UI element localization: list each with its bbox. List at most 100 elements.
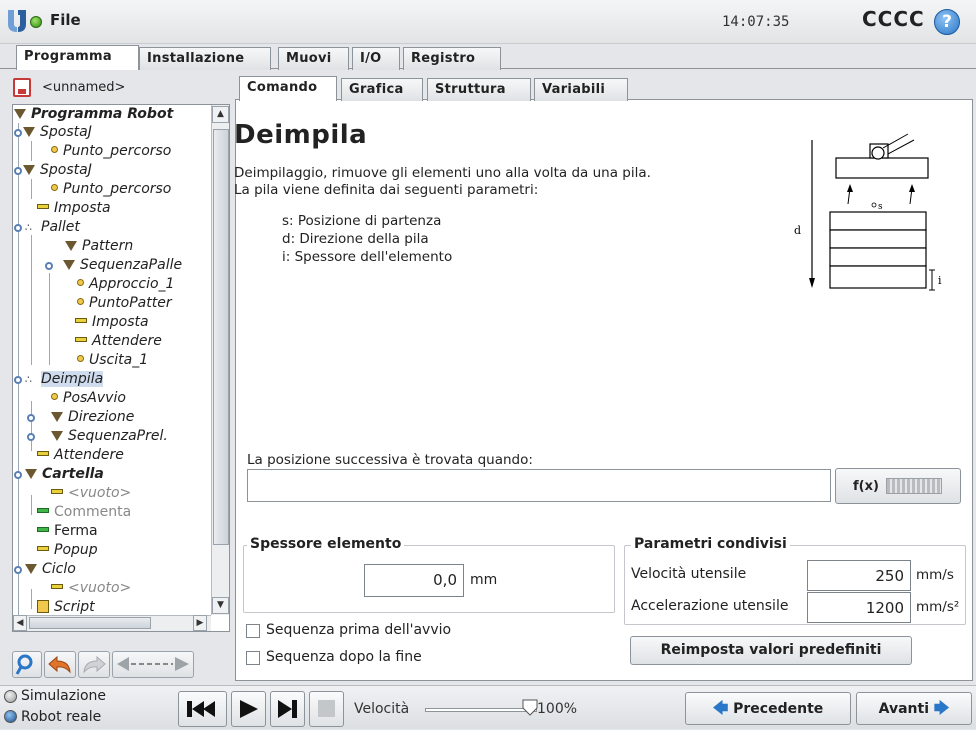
tree-node-approccio-1[interactable]: Approccio_1 [77,275,174,294]
search-button[interactable] [12,651,42,678]
tree-node-pattern[interactable]: Pattern [65,237,133,256]
tool-speed-unit: mm/s [916,567,954,583]
scroll-right-icon[interactable]: ▶ [193,615,207,631]
redo-icon [83,655,106,674]
diagram-label-d: d [794,224,801,237]
tool-accel-input[interactable]: 1200 [807,592,911,623]
tab-comando[interactable]: Comando [239,76,337,101]
robot-name: CCCC [862,7,925,31]
file-menu[interactable]: File [50,11,81,29]
tool-speed-label: Velocità utensile [631,566,747,582]
ur-logo-icon [8,10,26,32]
program-file-name: <unnamed> [42,80,126,95]
tree-node-popup[interactable]: Popup [37,541,98,560]
description-line-1: Deimpilaggio, rimuove gli elementi uno a… [234,165,651,181]
tree-node-deimpila[interactable]: ∴ Deimpila [25,370,104,389]
move-node-button[interactable] [112,651,194,678]
tree-node-sequenzaprel[interactable]: SequenzaPrel. [51,427,168,446]
tab-programma[interactable]: Programma [16,45,139,70]
tab-registro[interactable]: Registro [403,47,501,70]
shared-params-title: Parametri condivisi [631,536,790,552]
tab-io[interactable]: I/O [352,47,400,70]
reset-defaults-button[interactable]: Reimposta valori predefiniti [630,636,912,665]
tab-muovi[interactable]: Muovi [278,47,349,70]
clock: 14:07:35 [722,14,790,30]
tool-accel-label: Accelerazione utensile [631,598,789,614]
tree-node-programma-robot[interactable]: Programma Robot [14,105,173,124]
tree-node-punto-percorso-2[interactable]: Punto_percorso [51,180,171,199]
tool-accel-unit: mm/s² [916,599,960,615]
scroll-down-icon[interactable]: ▼ [212,597,229,614]
robot-status-icon [30,16,42,28]
seq-after-end-label: Sequenza dopo la fine [266,649,422,665]
scroll-up-icon[interactable]: ▲ [212,106,229,123]
speed-value: 100% [537,701,578,717]
top-bar [0,0,976,44]
step-button[interactable] [270,691,305,727]
arrow-right-icon: 🡆 [933,699,950,717]
step-forward-icon [278,700,297,718]
real-robot-radio[interactable] [4,710,17,723]
tree-node-vuoto-1[interactable]: <vuoto> [51,484,131,503]
tree-node-vuoto-2[interactable]: <vuoto> [51,579,131,598]
tree-node-sequenzapalle[interactable]: SequenzaPalle [63,256,182,275]
next-label: Avanti [878,701,929,717]
tree-node-imposta-1[interactable]: Imposta [37,199,111,218]
param-i-text: i: Spessore dell'elemento [282,249,453,265]
scroll-left-icon[interactable]: ◀ [13,615,27,631]
tab-struttura[interactable]: Struttura [427,78,531,101]
previous-button[interactable]: 🡄 Precedente [685,692,851,725]
tree-node-pallet[interactable]: ∴ Pallet [25,218,80,237]
tree-vertical-scroll-thumb[interactable] [213,129,229,545]
diagram-label-i: i [938,274,942,287]
page-title: Deimpila [234,120,368,150]
tree-node-imposta-2[interactable]: Imposta [75,313,149,332]
thickness-unit: mm [470,572,498,588]
tab-variabili[interactable]: Variabili [534,78,628,101]
thickness-input[interactable]: 0,0 [364,564,464,597]
tree-horizontal-scroll-thumb[interactable] [29,617,151,629]
help-button[interactable]: ? [934,9,960,35]
arrow-left-icon: 🡄 [712,699,729,717]
move-arrows-icon [117,657,189,671]
tree-node-uscita-1[interactable]: Uscita_1 [77,351,148,370]
thickness-title: Spessore elemento [247,536,405,552]
tree-node-commenta[interactable]: Commenta [37,503,131,522]
simulation-radio[interactable] [4,690,17,703]
next-position-expression-field[interactable] [247,469,831,502]
fx-label: f(x) [853,479,879,494]
param-d-text: d: Direzione della pila [282,231,429,247]
save-icon[interactable] [13,78,31,97]
tree-node-direzione[interactable]: Direzione [51,408,134,427]
tree-node-punto-percorso-1[interactable]: Punto_percorso [51,142,171,161]
stop-button[interactable] [309,691,344,727]
tree-node-puntopatter[interactable]: PuntoPatter [77,294,172,313]
stop-icon [318,700,335,717]
tree-node-attendere-2[interactable]: Attendere [37,446,124,465]
play-icon [240,700,258,718]
undo-button[interactable] [44,651,76,678]
speed-label: Velocità [354,701,410,717]
next-position-label: La posizione successiva è trovata quando… [247,452,533,468]
tree-node-attendere-1[interactable]: Attendere [75,332,162,351]
rewind-button[interactable] [178,691,227,727]
seq-before-start-checkbox[interactable] [246,624,260,638]
tree-node-posavvio[interactable]: PosAvvio [51,389,126,408]
description-line-2: La pila viene definita dai seguenti para… [234,182,539,198]
seq-after-end-checkbox[interactable] [246,651,260,665]
destack-diagram: d s i [794,133,942,291]
redo-button[interactable] [78,651,110,678]
tree-node-cartella[interactable]: Cartella [25,465,104,484]
tab-installazione[interactable]: Installazione [139,47,271,70]
next-button[interactable]: Avanti 🡆 [856,692,972,725]
tree-node-spostaj-2[interactable]: SpostaJ [23,161,92,180]
tool-speed-input[interactable]: 250 [807,560,911,591]
play-button[interactable] [231,691,266,727]
tree-node-spostaj-1[interactable]: SpostaJ [23,123,92,142]
tree-node-ciclo[interactable]: Ciclo [25,560,76,579]
tab-grafica[interactable]: Grafica [341,78,423,101]
tree-node-ferma[interactable]: Ferma [37,522,98,541]
simulation-label: Simulazione [21,688,107,704]
real-robot-label: Robot reale [21,709,102,725]
search-icon [15,654,33,675]
